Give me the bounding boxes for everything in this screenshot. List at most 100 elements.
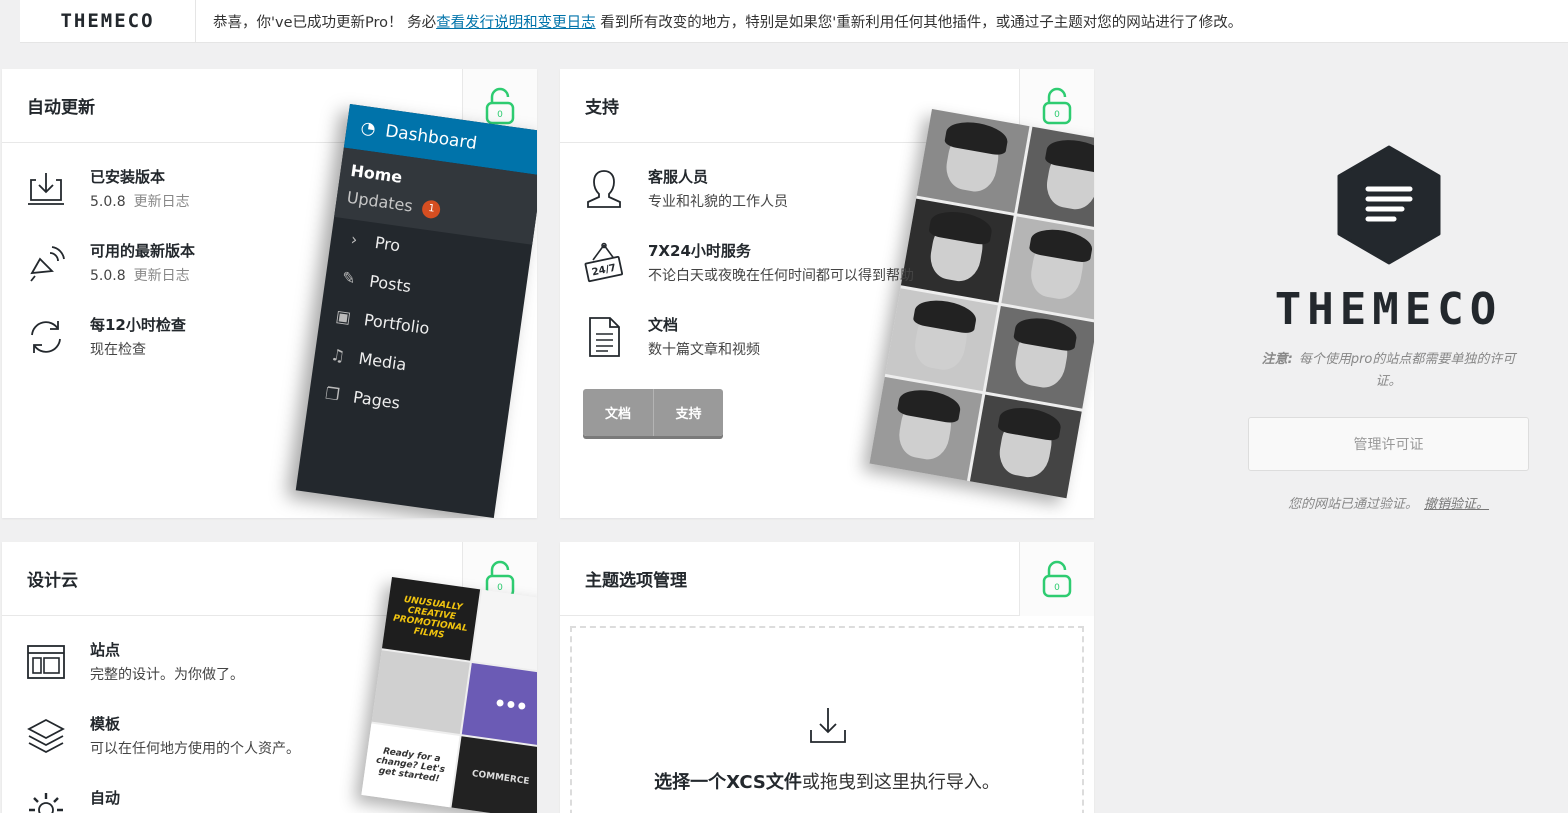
dropzone-text: 选择一个XCS文件或拖曳到这里执行导入。	[572, 768, 1082, 794]
menu-item-label: Media	[357, 348, 408, 375]
installed-version-value: 5.0.8	[90, 194, 126, 210]
revoke-verification-link[interactable]: 撤销验证。	[1424, 497, 1489, 512]
card-title: 自动更新	[27, 98, 95, 118]
release-notes-link[interactable]: 查看发行说明和变更日志	[436, 15, 596, 31]
portfolio-icon: ▣	[334, 306, 353, 328]
check-now-link[interactable]: 现在检查	[90, 340, 186, 360]
staff-photo	[1000, 215, 1094, 320]
notice-message-pre: 恭喜，你've已成功更新Pro！ 务必	[213, 14, 437, 31]
preview-tile: COMMERCE	[451, 736, 537, 813]
updates-badge: 1	[421, 198, 442, 220]
staff-photos	[869, 109, 1094, 499]
layers-icon	[24, 714, 68, 758]
preview-tile: ● ● ●	[461, 662, 537, 747]
note-label: 注意:	[1261, 352, 1293, 367]
changelog-link[interactable]: 更新日志	[134, 268, 190, 284]
staff-photo	[1016, 126, 1094, 231]
design-cloud-card: 设计云 0 UNUSUALLY CREATIVE PROMOTIONAL FIL…	[2, 542, 537, 813]
browser-layout-icon	[24, 640, 68, 684]
row-desc: 数十篇文章和视频	[648, 342, 760, 358]
manage-license-button[interactable]: 管理许可证	[1248, 417, 1529, 471]
unlock-icon: 0	[1019, 542, 1094, 616]
document-icon	[582, 315, 626, 359]
service-row: 24/7 7X24小时服务 不论白天或夜晚在任何时间都可以得到帮助	[582, 241, 914, 286]
docs-row: 文档 数十篇文章和视频	[582, 315, 760, 360]
staff-photo	[969, 394, 1082, 499]
changelog-link[interactable]: 更新日志	[134, 194, 190, 210]
dashboard-icon: ◔	[359, 117, 377, 140]
card-header: 主题选项管理 0	[560, 542, 1094, 616]
staff-photo	[985, 305, 1094, 409]
row-desc: 可以在任何地方使用的个人资产。	[90, 741, 300, 757]
pin-icon: ✎	[340, 267, 357, 289]
license-note: 注意: 每个使用pro的站点都需要单独的许可证。	[1248, 349, 1529, 393]
support-button[interactable]: 支持	[653, 389, 723, 436]
svg-text:0: 0	[1054, 583, 1060, 593]
sites-row: 站点 完整的设计。为你做了。	[24, 640, 244, 685]
dropzone-select-file: 选择一个XCS文件	[654, 772, 802, 793]
menu-item-label: Pages	[351, 387, 402, 413]
update-notice: THEMECO 恭喜，你've已成功更新Pro！ 务必查看发行说明和变更日志 看…	[20, 0, 1568, 43]
menu-dashboard-label: Dashboard	[384, 121, 479, 154]
staff-photo	[916, 109, 1030, 213]
chevron-right-icon: ›	[349, 229, 359, 250]
card-title: 设计云	[27, 571, 78, 591]
automatic-row: 自动	[24, 788, 120, 813]
auto-update-card: 自动更新 0 ◔ Dashboard Home Updates 1 › Pro ✎ Po…	[2, 69, 537, 518]
person-icon	[582, 167, 626, 211]
preview-tile	[371, 650, 470, 734]
media-icon: ♫	[329, 344, 347, 366]
gear-icon	[24, 788, 68, 813]
menu-item-label: Portfolio	[362, 310, 431, 339]
row-desc: 专业和礼貌的工作人员	[648, 194, 788, 210]
row-title: 已安装版本	[90, 168, 166, 186]
templates-row: 模板 可以在任何地方使用的个人资产。	[24, 714, 300, 759]
support-card: 支持 0 客服人员 专业和礼貌的工作人员 24/7 7X24小时服务 不论白天或…	[560, 69, 1094, 518]
notice-message: 恭喜，你've已成功更新Pro！ 务必查看发行说明和变更日志 看到所有改变的地方…	[196, 11, 1242, 32]
note-text: 每个使用pro的站点都需要单独的许可证。	[1298, 352, 1516, 389]
row-title: 每12小时检查	[90, 316, 186, 334]
download-icon	[24, 167, 68, 211]
row-value: 5.0.8 更新日志	[90, 192, 190, 212]
row-desc: 完整的设计。为你做了。	[90, 667, 244, 683]
svg-text:0: 0	[1054, 110, 1060, 120]
xcs-file-dropzone[interactable]: 选择一个XCS文件或拖曳到这里执行导入。	[570, 626, 1084, 813]
row-title: 可用的最新版本	[90, 242, 196, 260]
themeco-hex-logo	[1248, 145, 1529, 265]
preview-tile: UNUSUALLY CREATIVE PROMOTIONAL FILMS	[381, 577, 481, 661]
verified-text: 您的网站已通过验证。	[1287, 497, 1418, 512]
themeco-logo-text: THEMECO	[60, 10, 155, 32]
design-cloud-preview: UNUSUALLY CREATIVE PROMOTIONAL FILMS ● ●…	[361, 577, 537, 813]
download-arrow-icon	[808, 706, 848, 750]
dropzone-hint: 或拖曳到这里执行导入。	[801, 772, 1000, 793]
staff-photo	[901, 198, 1014, 302]
staff-photo	[869, 377, 982, 481]
megaphone-icon	[24, 241, 68, 285]
card-title: 主题选项管理	[585, 571, 687, 591]
themeco-wordmark: THEMECO	[1274, 284, 1503, 335]
menu-updates-label: Updates	[345, 187, 414, 216]
wp-admin-menu-preview: ◔ Dashboard Home Updates 1 › Pro ✎ Posts ▣ Po…	[295, 104, 537, 518]
row-title: 文档	[648, 316, 679, 334]
docs-button[interactable]: 文档	[583, 389, 653, 436]
row-title: 7X24小时服务	[648, 242, 751, 260]
sign-24-7-icon: 24/7	[582, 241, 626, 285]
staff-photo	[885, 287, 998, 392]
card-title: 支持	[585, 98, 619, 118]
theme-options-card: 主题选项管理 0 选择一个XCS文件或拖曳到这里执行导入。	[560, 542, 1094, 813]
pages-icon: ❐	[324, 383, 341, 405]
license-sidebar: THEMECO 注意: 每个使用pro的站点都需要单独的许可证。 管理许可证 您的…	[1248, 145, 1529, 512]
row-title: 站点	[90, 641, 121, 659]
menu-item-label: Pro	[373, 232, 402, 256]
menu-item-label: Posts	[368, 271, 413, 297]
preview-tile: Ready for a change? Let's get started!	[361, 723, 460, 808]
preview-tile	[472, 589, 537, 674]
svg-text:0: 0	[497, 110, 503, 120]
row-value: 5.0.8 更新日志	[90, 266, 195, 286]
latest-version-value: 5.0.8	[90, 268, 126, 284]
staff-row: 客服人员 专业和礼貌的工作人员	[582, 167, 788, 212]
refresh-icon	[24, 315, 68, 359]
installed-version-row: 已安装版本 5.0.8 更新日志	[24, 167, 190, 212]
latest-version-row: 可用的最新版本 5.0.8 更新日志	[24, 241, 195, 286]
row-desc: 不论白天或夜晚在任何时间都可以得到帮助	[648, 268, 914, 284]
